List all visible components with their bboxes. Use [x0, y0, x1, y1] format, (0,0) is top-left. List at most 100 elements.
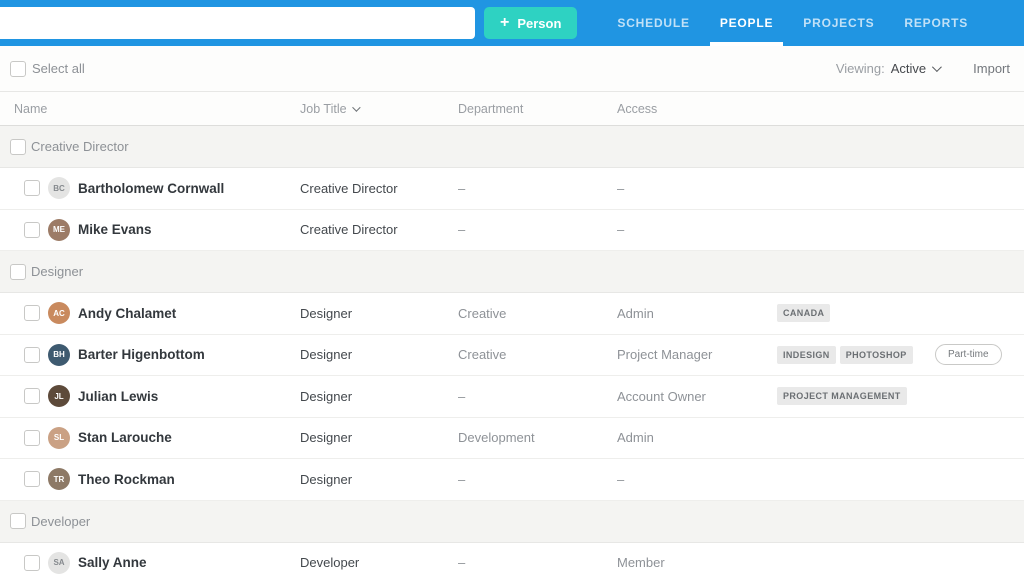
column-header-access[interactable]: Access: [617, 102, 777, 116]
row-checkbox[interactable]: [24, 430, 40, 446]
job-title-cell: Designer: [300, 347, 458, 362]
app-header: + Person SCHEDULE PEOPLE PROJECTS REPORT…: [0, 0, 1024, 46]
row-checkbox[interactable]: [24, 180, 40, 196]
job-title-cell: Creative Director: [300, 181, 458, 196]
tab-people[interactable]: PEOPLE: [720, 0, 773, 46]
nav-tabs: SCHEDULE PEOPLE PROJECTS REPORTS: [617, 0, 968, 46]
sort-chevron-down-icon: [352, 103, 360, 111]
person-name: Mike Evans: [78, 222, 152, 237]
name-cell: SL Stan Larouche: [0, 427, 300, 449]
group-checkbox[interactable]: [10, 513, 26, 529]
part-time-badge: Part-time: [935, 344, 1002, 365]
table-row[interactable]: ACAndy ChalametDesignerCreativeAdminCANA…: [0, 293, 1024, 335]
row-checkbox[interactable]: [24, 555, 40, 571]
import-button[interactable]: Import: [973, 61, 1010, 76]
row-checkbox[interactable]: [24, 471, 40, 487]
job-title-cell: Designer: [300, 389, 458, 404]
department-cell: –: [458, 389, 617, 404]
viewing-label: Viewing:: [836, 61, 885, 76]
group-label: Designer: [31, 264, 83, 279]
access-cell: Member: [617, 555, 777, 570]
select-all-label: Select all: [32, 61, 85, 76]
group-label: Creative Director: [31, 139, 129, 154]
avatar: BC: [48, 177, 70, 199]
department-cell: –: [458, 555, 617, 570]
plus-icon: +: [500, 15, 509, 31]
avatar: TR: [48, 468, 70, 490]
avatar: BH: [48, 344, 70, 366]
avatar: SL: [48, 427, 70, 449]
row-checkbox[interactable]: [24, 347, 40, 363]
tag: INDESIGN: [777, 346, 836, 364]
name-cell: TRTheo Rockman: [0, 468, 300, 490]
tab-reports[interactable]: REPORTS: [904, 0, 968, 46]
chevron-down-icon: [932, 62, 942, 72]
row-checkbox[interactable]: [24, 222, 40, 238]
select-all-checkbox[interactable]: [10, 61, 26, 77]
tags-cell: PROJECT MANAGEMENT: [777, 387, 935, 405]
department-cell: –: [458, 472, 617, 487]
toolbar-right: Viewing: Active Import: [836, 61, 1010, 76]
row-checkbox[interactable]: [24, 388, 40, 404]
viewing-filter-dropdown[interactable]: Viewing: Active: [836, 61, 939, 76]
access-cell: Admin: [617, 306, 777, 321]
table-row[interactable]: BCBartholomew CornwallCreative Director–…: [0, 168, 1024, 210]
column-header-department[interactable]: Department: [458, 102, 617, 116]
column-header-name[interactable]: Name: [0, 102, 300, 116]
tag: PHOTOSHOP: [840, 346, 913, 364]
avatar: SA: [48, 552, 70, 574]
tag: CANADA: [777, 304, 830, 322]
table-row[interactable]: JLJulian LewisDesigner–Account OwnerPROJ…: [0, 376, 1024, 418]
name-cell: ME Mike Evans: [0, 219, 300, 241]
access-cell: Account Owner: [617, 389, 777, 404]
avatar: AC: [48, 302, 70, 324]
name-cell: SA Sally Anne: [0, 552, 300, 574]
person-name: Stan Larouche: [78, 430, 172, 445]
name-cell: BCBartholomew Cornwall: [0, 177, 300, 199]
access-cell: –: [617, 472, 777, 487]
people-list: Creative DirectorBCBartholomew CornwallC…: [0, 126, 1024, 576]
row-checkbox[interactable]: [24, 305, 40, 321]
add-person-button[interactable]: + Person: [484, 7, 577, 39]
job-title-cell: Designer: [300, 306, 458, 321]
table-row[interactable]: MEMike EvansCreative Director––: [0, 210, 1024, 252]
tab-schedule[interactable]: SCHEDULE: [617, 0, 689, 46]
column-header-job-title[interactable]: Job Title: [300, 102, 358, 116]
group-header-row: Creative Director: [0, 126, 1024, 168]
tag: PROJECT MANAGEMENT: [777, 387, 907, 405]
name-cell: BH Barter Higenbottom: [0, 344, 300, 366]
table-row[interactable]: TRTheo RockmanDesigner––: [0, 459, 1024, 501]
job-title-cell: Developer: [300, 555, 458, 570]
table-row[interactable]: BH Barter Higenbottom DesignerCreativeProj…: [0, 335, 1024, 377]
table-row[interactable]: SA Sally Anne Developer–Member: [0, 543, 1024, 576]
job-title-cell: Creative Director: [300, 222, 458, 237]
table-header: Name Job Title Department Access: [0, 92, 1024, 126]
group-checkbox[interactable]: [10, 139, 26, 155]
name-cell: ACAndy Chalamet: [0, 302, 300, 324]
department-cell: Creative: [458, 347, 617, 362]
table-row[interactable]: SL Stan Larouche DesignerDevelopmentAdmin: [0, 418, 1024, 460]
group-checkbox[interactable]: [10, 264, 26, 280]
group-header-row: Designer: [0, 251, 1024, 293]
access-cell: –: [617, 222, 777, 237]
department-cell: Development: [458, 430, 617, 445]
person-name: Barter Higenbottom: [78, 347, 205, 362]
access-cell: Admin: [617, 430, 777, 445]
access-cell: Project Manager: [617, 347, 777, 362]
search-input[interactable]: [0, 7, 475, 39]
person-name: Sally Anne: [78, 555, 147, 570]
group-label: Developer: [31, 514, 90, 529]
name-cell: JLJulian Lewis: [0, 385, 300, 407]
tags-cell: INDESIGNPHOTOSHOP: [777, 346, 935, 364]
job-title-cell: Designer: [300, 430, 458, 445]
add-person-label: Person: [517, 16, 561, 31]
avatar: ME: [48, 219, 70, 241]
department-cell: –: [458, 181, 617, 196]
viewing-value: Active: [891, 61, 926, 76]
column-header-job-title-label: Job Title: [300, 102, 347, 116]
tab-projects[interactable]: PROJECTS: [803, 0, 874, 46]
department-cell: –: [458, 222, 617, 237]
department-cell: Creative: [458, 306, 617, 321]
person-name: Julian Lewis: [78, 389, 158, 404]
group-header-row: Developer: [0, 501, 1024, 543]
